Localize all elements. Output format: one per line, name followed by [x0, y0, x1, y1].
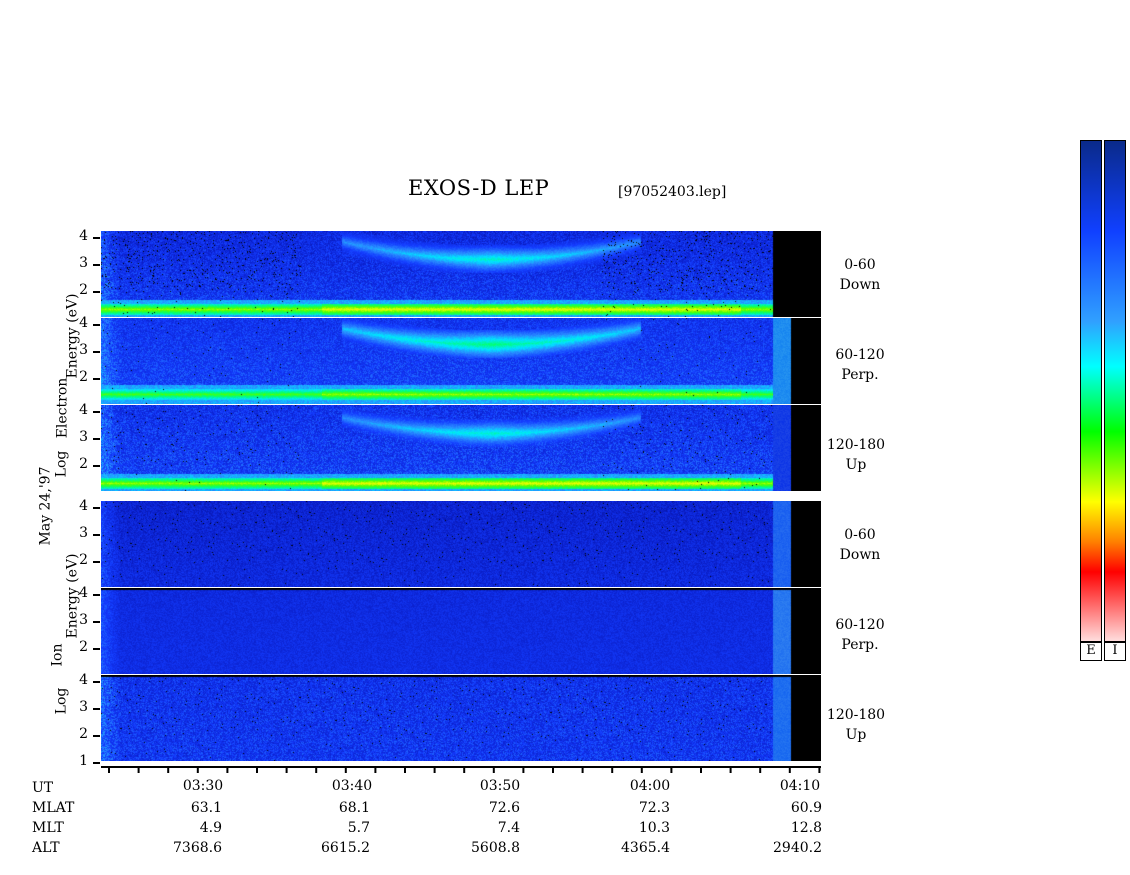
- ion-down-panel: [101, 501, 821, 587]
- orbit-value: 4365.4: [621, 840, 670, 856]
- orbit-value: 60.9: [790, 800, 822, 816]
- colorbar-label-i: I: [1104, 641, 1126, 661]
- orbit-value: 2940.2: [773, 840, 822, 856]
- y-tick-mark: [93, 411, 100, 413]
- y-tick-mark: [93, 534, 100, 536]
- y-tick-mark: [93, 378, 100, 380]
- ion-perp-panel: [101, 588, 821, 674]
- y-tick-label: 4: [79, 498, 88, 514]
- chart-title: EXOS-D LEP: [408, 176, 550, 200]
- y-tick-label: 2: [79, 726, 88, 742]
- date-label: May 24,'97: [37, 466, 54, 546]
- file-name: [97052403.lep]: [618, 184, 727, 200]
- y-tick-mark: [93, 648, 100, 650]
- orbit-value: 5608.8: [471, 840, 520, 856]
- y-tick-mark: [93, 324, 100, 326]
- ut-label-0350: 03:50: [479, 778, 521, 794]
- electron-up-label: 120-180 Up: [826, 437, 886, 473]
- orbit-value: 72.3: [638, 800, 670, 816]
- row-label-mlat: MLAT: [32, 800, 75, 816]
- colorbar-ion: [1104, 140, 1126, 643]
- y-tick-label: 3: [79, 255, 88, 271]
- orbit-value: 5.7: [347, 820, 370, 836]
- orbit-value: 68.1: [338, 800, 370, 816]
- y-tick-mark: [93, 291, 100, 293]
- y-tick-mark: [93, 681, 100, 683]
- y-tick-mark: [93, 708, 100, 710]
- y-tick-label: 1: [79, 753, 88, 769]
- y-tick-mark: [93, 594, 100, 596]
- electron-ylabel-energy: Energy (eV): [64, 293, 81, 379]
- y-tick-label: 3: [79, 525, 88, 541]
- y-tick-mark: [93, 438, 100, 440]
- y-tick-mark: [93, 237, 100, 239]
- orbit-value: 12.8: [790, 820, 822, 836]
- row-label-alt: ALT: [32, 840, 60, 856]
- y-tick-mark: [93, 735, 100, 737]
- ut-label-0410: 04:10: [779, 778, 821, 794]
- y-tick-label: 2: [79, 639, 88, 655]
- ion-perp-label: 60-120 Perp.: [835, 617, 885, 653]
- x-axis: [101, 766, 821, 773]
- y-tick-mark: [93, 507, 100, 509]
- electron-ylabel-log: Log: [53, 450, 70, 478]
- ion-up-label: 120-180 Up: [826, 707, 886, 743]
- colorbar-label-e: E: [1080, 641, 1102, 661]
- y-tick-label: 4: [79, 228, 88, 244]
- electron-perp-label: 60-120 Perp.: [835, 347, 885, 383]
- orbit-value: 10.3: [638, 820, 670, 836]
- ut-label-0330: 03:30: [182, 778, 224, 794]
- y-tick-mark: [93, 621, 100, 623]
- ion-ylabel-energy: Energy (eV): [64, 553, 81, 639]
- y-tick-mark: [93, 351, 100, 353]
- electron-down-panel: [101, 231, 821, 317]
- electron-up-panel: [101, 405, 821, 491]
- orbit-value: 72.6: [488, 800, 520, 816]
- orbit-value: 7.4: [497, 820, 520, 836]
- ion-up-panel: [101, 675, 821, 761]
- orbit-value: 63.1: [190, 800, 222, 816]
- ion-ylabel-ion: Ion: [49, 643, 66, 667]
- electron-perp-panel: [101, 318, 821, 404]
- ion-down-label: 0-60 Down: [839, 527, 881, 563]
- electron-down-label: 0-60 Down: [839, 257, 881, 293]
- y-tick-mark: [93, 465, 100, 467]
- y-tick-label: 4: [79, 672, 88, 688]
- ion-ylabel-log: Log: [53, 687, 70, 715]
- colorbar-electron: [1080, 140, 1102, 643]
- y-tick-mark: [93, 264, 100, 266]
- orbit-value: 4.9: [199, 820, 222, 836]
- orbit-value: 6615.2: [321, 840, 370, 856]
- orbit-value: 7368.6: [173, 840, 222, 856]
- y-tick-mark: [93, 561, 100, 563]
- row-label-mlt: MLT: [32, 820, 64, 836]
- ut-label-0340: 03:40: [331, 778, 373, 794]
- row-label-ut: UT: [32, 780, 54, 796]
- ut-label-0400: 04:00: [629, 778, 671, 794]
- electron-ylabel-electron: Electron: [54, 377, 71, 439]
